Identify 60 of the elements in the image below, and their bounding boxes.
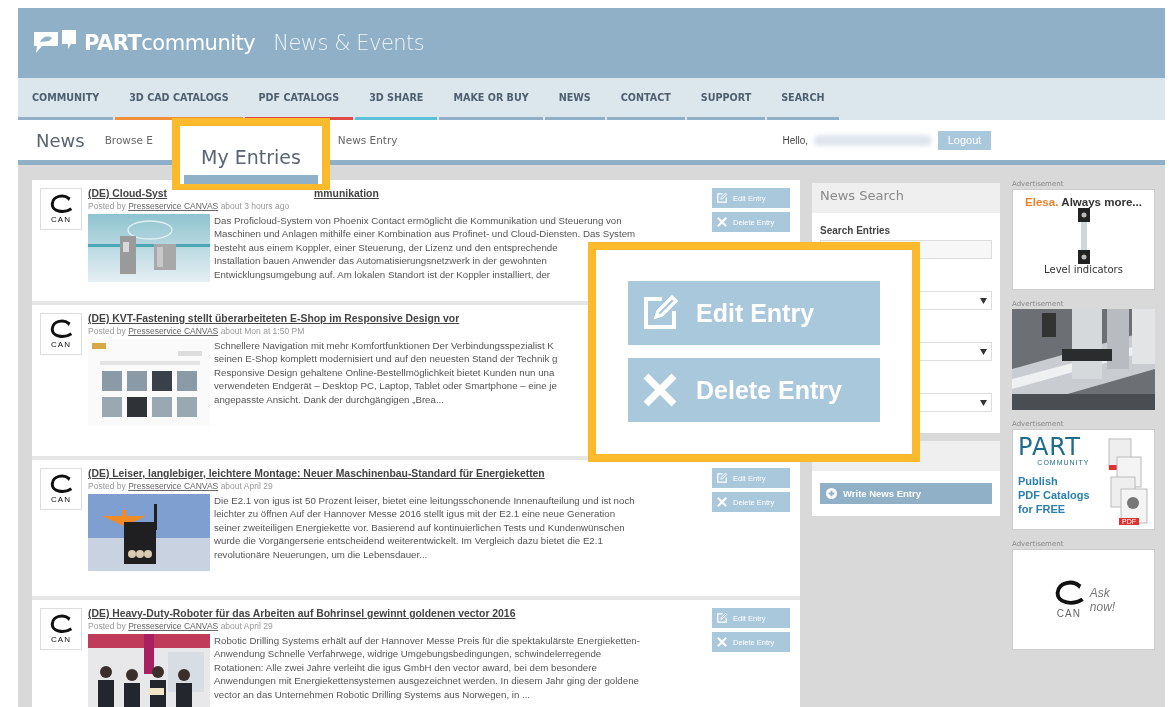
greeting-text: Hello, [782,134,808,146]
logo-text: CAN [51,494,71,504]
plus-icon [826,488,837,499]
nav-link[interactable]: MAKE OR BUY [439,78,543,120]
panel-title: News Search [812,183,1000,213]
ad-text: Ask now! [1089,585,1116,614]
ad-logo: PART [1018,435,1081,459]
ad-banner[interactable]: CAN Ask now! [1012,549,1155,650]
logo-text: CAN [51,214,71,224]
author-link[interactable]: Presseservice CANVAS [128,481,219,491]
entry-text: Schnellere Navigation mit mehr Komfortfunktionen Der Verbindungsspezialist K seinen E-Shop komplett modernisiert und auf den neuesten Stand der Technik g Responsive Design gehaltene Online-Bestellmöglichkeit bietet Kunden nun una verwendeten Endgerät – Desktop PC, Laptop, Tablet oder Smartphone – eine je angepasste Ansicht. Dank der durchgängigen „Brea... [214,339,558,407]
swoosh-icon [48,194,74,215]
ad-logo: CAN [1056,607,1081,619]
entry-title[interactable]: mmunikation [314,188,379,199]
edit-icon [716,192,728,204]
entry-meta: Posted by Presseservice CANVAS about April 29 [88,481,274,491]
swoosh-icon [48,614,74,635]
tab-link[interactable]: News Entry [337,134,398,146]
close-icon [716,636,728,648]
ad-brand: Elesa. [1025,196,1059,208]
entry-title[interactable]: (DE) Heavy-Duty-Roboter für das Arbeiten auf Bohrinsel gewinnt goldenen vector 2016 [88,608,516,619]
tab-link[interactable]: Browse E [104,134,153,146]
section-title: News & Events [273,31,425,55]
nav-link[interactable]: COMMUNITY [18,78,114,120]
caret-icon [980,348,987,355]
close-icon [716,496,728,508]
ad-text: Publish PDF Catalogs for FREE [1018,474,1090,516]
ad-tagline: Always more... [1061,196,1142,208]
ad-caption: Level indicators [1044,264,1123,275]
author-link[interactable]: Presseservice CANVAS [128,326,219,336]
site-logo-text: PARTcommunity [84,31,256,55]
page-title: News [36,129,85,151]
entry-text: Robotic Drilling Systems erhält auf der Hannover Messe Preis für die spektakulärste Energieketten- Anwendung Schnelle Verfahrwege, widrige Umgebungsbedingungen, schwindelerregende Rotationen: Alle zwei Jahre verleiht die igus GmbH den vector award, bei dem besondere Anwendungen mit Energiekettensystemen ausgezeichnet werden. In diesem Jahr ging der goldene vector an das Unternehmen Robotic Drilling Systems aus Norwegen, in ... [214,634,640,702]
close-icon [716,216,728,228]
entry-meta: Posted by Presseservice CANVAS about April 29 [88,621,274,631]
ad-banner[interactable]: Elesa. Always more... Level indicators [1012,189,1155,290]
edit-icon [716,472,728,484]
entry-title[interactable]: (DE) Leiser, langlebiger, leichtere Montage: Neuer Maschinenbau-Standard für Energieketten [88,468,545,479]
entry-title[interactable]: (DE) Cloud-Syst [88,188,168,199]
entry-title[interactable]: (DE) KVT-Fastening stellt überarbeiteten E-Shop im Responsive Design vor [88,313,460,324]
level-indicator-drawing [1077,208,1090,264]
logo-text: CAN [51,634,71,644]
nav-link[interactable]: SEARCH [767,78,839,120]
edit-icon [716,612,728,624]
author-link[interactable]: Presseservice CANVAS [128,201,219,211]
field-label: Search Entries [820,225,892,236]
caret-icon [980,399,987,406]
logo-text: CAN [51,339,71,349]
entry-text: Das Proficloud-System von Phoenix Contact ermöglicht die Kommunikation und Steuerung von Maschinen und Anlagen mithilfe einer Kombination aus Profinet- und Cloud-Diensten. Das System besteht aus einem Koppler, einer Steuerung, der Lizenz und den entsprechende Installation bauen Anwender das Automatisierungsnetzwerk in der gewohnten Entwicklungsumgebung auf. Am lokalen Standort ist der Koppler installiert, der [214,214,636,282]
nav-link[interactable]: CONTACT [606,78,685,120]
author-link[interactable]: Presseservice CANVAS [128,621,219,631]
swoosh-icon [48,474,74,495]
tab-label: My Entries [201,146,301,168]
nav-link[interactable]: SUPPORT [686,78,766,120]
nav-link[interactable]: NEWS [544,78,605,120]
swoosh-icon [48,319,74,340]
entry-meta: Posted by Presseservice CANVAS about 3 hours ago [88,201,291,211]
entry-text: Die E2.1 von igus ist 50 Prozent leiser, bietet eine leitungsschonende Innenaufteilung und ist noch leichter zu öffnen Auf der Hannover Messe 2016 stellt igus mit der E2.1 eine neue Generation seiner zweiteiligen Energiekette vor. Basierend auf kontinuierlichen Tests und Kundenwünschen wurde die Vorgängerserie entscheidend weiterentwickelt. Im Vergleich dazu bietet die E2.1 revolutionäre Neuerungen, um die Lebensdauer... [214,494,635,562]
nav-link[interactable]: 3D SHARE [355,78,438,120]
caret-icon [980,297,987,304]
